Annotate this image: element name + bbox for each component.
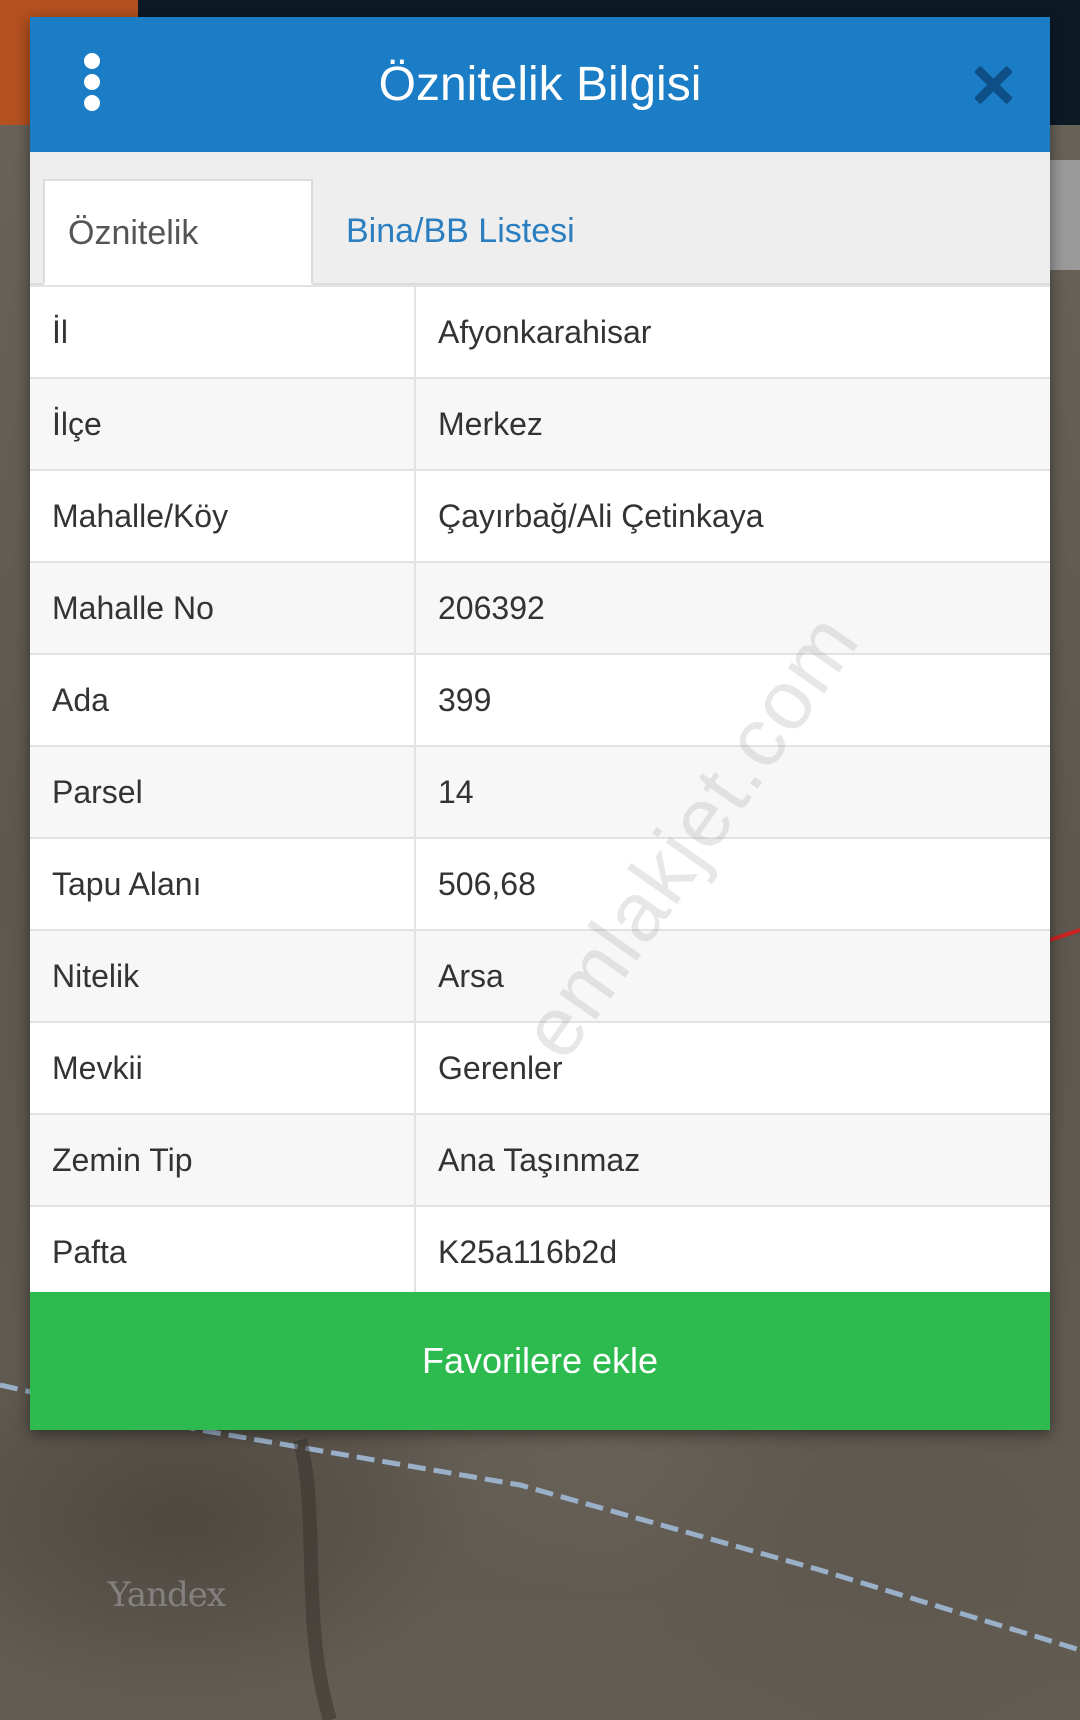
attribute-value-il: Afyonkarahisar [414,285,1050,379]
table-row: Parsel 14 [30,745,1050,839]
map-attribution: Yandex [108,1575,226,1615]
tab-attribute-info[interactable]: Öznitelik Bilgisi [43,179,313,356]
menu-dot [84,74,100,90]
add-to-favorites-button[interactable]: Favorilere ekle [30,1292,1050,1430]
map-parcel-edge [1049,928,1080,942]
dialog-header: Öznitelik Bilgisi [30,17,1050,152]
attribute-key-ilce: İlçe [30,377,416,471]
attribute-key-il: İl [30,285,416,379]
more-vertical-icon[interactable] [74,53,114,111]
attribute-key-mahalle-koy: Mahalle/Köy [30,469,416,563]
attribute-key-ada: Ada [30,653,416,747]
attribute-key-tapu-alani: Tapu Alanı [30,837,416,931]
attribute-value-tapu-alani: 506,68 [414,837,1050,931]
menu-dot [84,95,100,111]
table-row: Mahalle/Köy Çayırbağ/Ali Çetinkaya [30,469,1050,563]
attribute-key-mahalle-no: Mahalle No [30,561,416,655]
attribute-value-parsel: 14 [414,745,1050,839]
table-row: Zemin Tip Ana Taşınmaz [30,1113,1050,1207]
attribute-value-nitelik: Arsa [414,929,1050,1023]
attribute-key-mevkii: Mevkii [30,1021,416,1115]
table-row: Pafta K25a116b2d [30,1205,1050,1299]
attribute-value-ada: 399 [414,653,1050,747]
table-row: Tapu Alanı 506,68 [30,837,1050,931]
tab-bar: Öznitelik Bilgisi Bina/BB Listesi [30,152,1050,356]
attribute-table: İl Afyonkarahisar İlçe Merkez Mahalle/Kö… [30,285,1050,1299]
attribute-key-nitelik: Nitelik [30,929,416,1023]
map-field-track [293,1438,337,1720]
table-row: Ada 399 [30,653,1050,747]
dialog-title: Öznitelik Bilgisi [378,58,702,111]
attribute-info-dialog: Öznitelik Bilgisi Öznitelik Bilgisi Bina… [30,17,1050,1430]
menu-dot [84,53,100,69]
attribute-value-mevkii: Gerenler [414,1021,1050,1115]
attribute-value-mahalle-no: 206392 [414,561,1050,655]
close-icon[interactable] [970,62,1016,108]
attribute-key-parsel: Parsel [30,745,416,839]
table-row: Nitelik Arsa [30,929,1050,1023]
attribute-value-mahalle-koy: Çayırbağ/Ali Çetinkaya [414,469,1050,563]
table-row: İl Afyonkarahisar [30,285,1050,379]
attribute-value-ilce: Merkez [414,377,1050,471]
attribute-value-zemin-tip: Ana Taşınmaz [414,1113,1050,1207]
attribute-value-pafta: K25a116b2d [414,1205,1050,1299]
attribute-key-pafta: Pafta [30,1205,416,1299]
table-row: İlçe Merkez [30,377,1050,471]
attribute-key-zemin-tip: Zemin Tip [30,1113,416,1207]
tab-building-list[interactable]: Bina/BB Listesi [323,179,598,285]
table-row: Mevkii Gerenler [30,1021,1050,1115]
table-row: Mahalle No 206392 [30,561,1050,655]
